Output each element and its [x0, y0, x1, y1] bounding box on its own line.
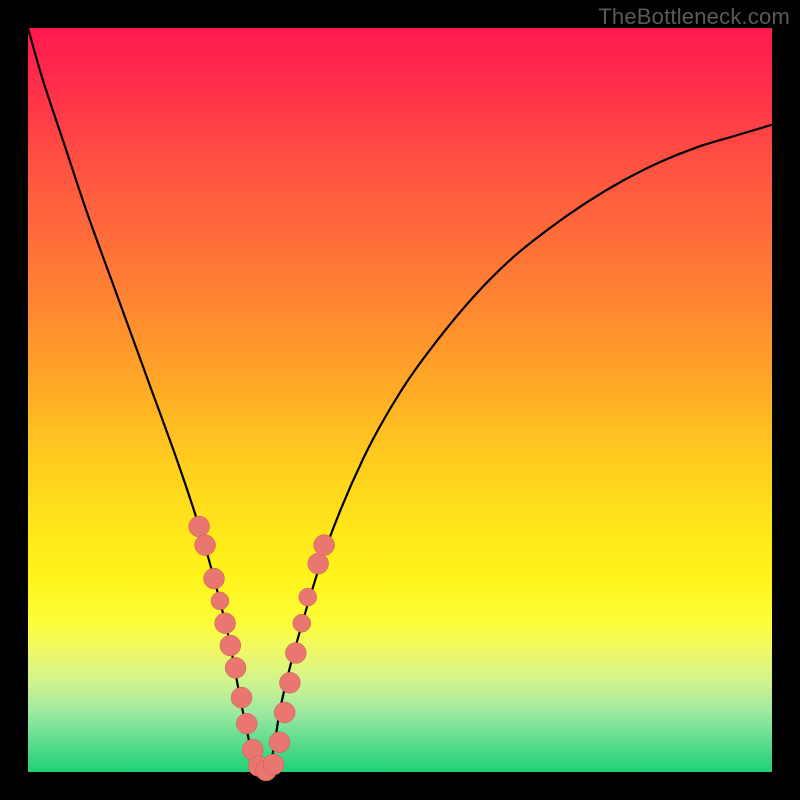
plot-area	[28, 28, 772, 772]
curve-marker	[204, 568, 225, 589]
curve-marker	[285, 643, 306, 664]
curve-marker	[211, 592, 229, 610]
curve-marker	[269, 732, 290, 753]
curve-marker	[236, 713, 257, 734]
curve-marker	[299, 588, 317, 606]
curve-marker	[293, 614, 311, 632]
curve-marker	[231, 687, 252, 708]
curve-marker	[215, 613, 236, 634]
chart-frame: TheBottleneck.com	[0, 0, 800, 800]
bottleneck-curve	[28, 28, 772, 775]
curve-marker	[314, 535, 335, 556]
curve-markers	[189, 516, 335, 781]
curve-marker	[263, 754, 284, 775]
curve-marker	[279, 672, 300, 693]
curve-marker	[220, 635, 241, 656]
watermark-text: TheBottleneck.com	[598, 4, 790, 30]
curve-marker	[195, 535, 216, 556]
curve-marker	[308, 553, 329, 574]
curve-marker	[225, 657, 246, 678]
curve-marker	[274, 702, 295, 723]
curve-marker	[189, 516, 210, 537]
chart-svg	[28, 28, 772, 772]
